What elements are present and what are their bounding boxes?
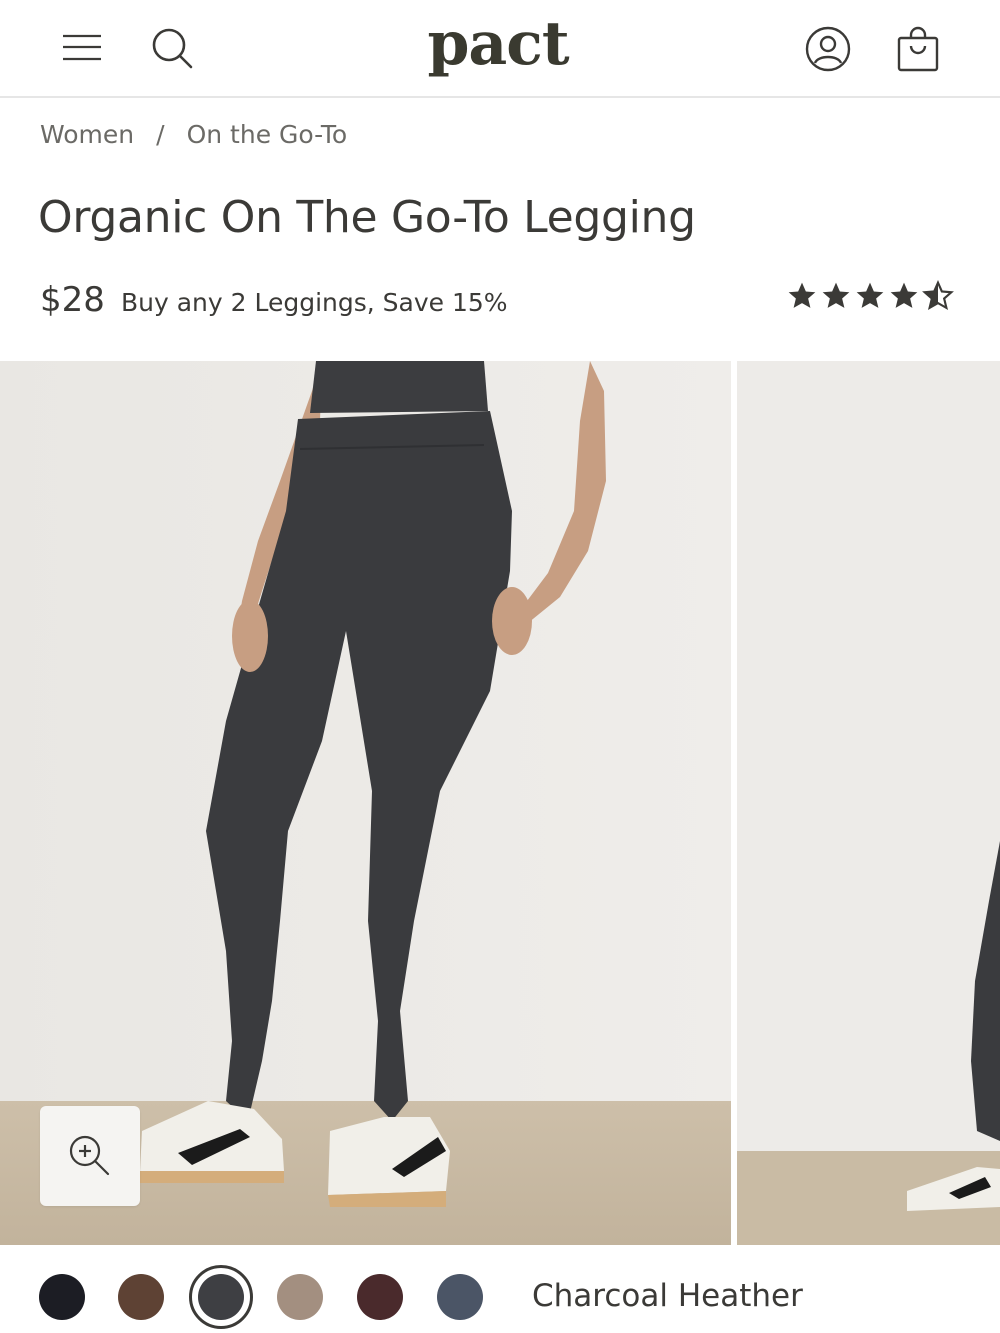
hamburger-menu-icon	[63, 34, 101, 61]
breadcrumb-link-on-the-go-to[interactable]: On the Go-To	[187, 120, 348, 149]
product-gallery[interactable]	[0, 361, 1000, 1245]
color-swatch-selected[interactable]	[198, 1274, 244, 1320]
promo-text: Buy any 2 Leggings, Save 15%	[121, 288, 508, 317]
color-swatch[interactable]	[277, 1274, 323, 1320]
breadcrumb-separator: /	[156, 119, 165, 149]
color-swatch[interactable]	[357, 1274, 403, 1320]
star-full-icon	[856, 282, 884, 308]
account-button[interactable]	[800, 22, 856, 76]
selected-color-name: Charcoal Heather	[532, 1278, 803, 1314]
product-photo-next[interactable]	[737, 361, 1000, 1245]
star-full-icon	[788, 282, 816, 308]
breadcrumb: Women / On the Go-To	[40, 116, 347, 152]
star-rating[interactable]	[786, 280, 954, 312]
shopping-bag-icon	[897, 26, 939, 72]
shopping-bag-button[interactable]	[888, 20, 948, 78]
color-swatches: Charcoal Heather	[0, 1258, 1000, 1333]
color-swatch[interactable]	[118, 1274, 164, 1320]
product-title: Organic On The Go-To Legging	[38, 192, 696, 243]
breadcrumb-link-women[interactable]: Women	[40, 120, 134, 149]
search-icon	[152, 28, 193, 69]
star-full-icon	[822, 282, 850, 308]
zoom-in-icon	[69, 1135, 110, 1176]
star-half-icon	[922, 280, 954, 311]
color-swatch[interactable]	[39, 1274, 85, 1320]
account-icon	[805, 26, 851, 72]
product-price: $28	[40, 280, 105, 320]
menu-button[interactable]	[58, 26, 106, 70]
zoom-button[interactable]	[40, 1106, 140, 1206]
site-header: pact	[0, 0, 1000, 98]
pact-logo[interactable]: pact	[398, 4, 598, 84]
search-button[interactable]	[144, 22, 200, 74]
star-full-icon	[890, 282, 918, 308]
color-swatch[interactable]	[437, 1274, 483, 1320]
